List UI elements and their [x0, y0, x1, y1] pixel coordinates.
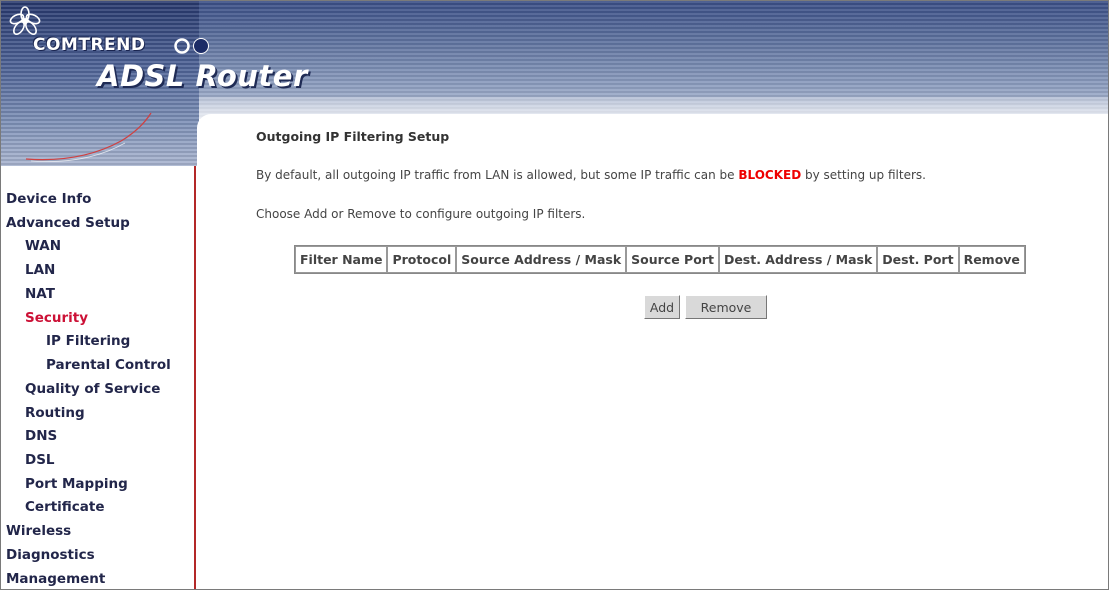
description-text-end: by setting up filters. [801, 168, 926, 182]
flower-logo-icon [9, 6, 41, 35]
sidebar-item-nat[interactable]: NAT [25, 286, 55, 302]
sidebar-item-certificate[interactable]: Certificate [25, 499, 105, 515]
product-name: ADSL Router [97, 59, 308, 93]
sidebar-item-port-mapping[interactable]: Port Mapping [25, 476, 128, 492]
sidebar-item-advanced-setup[interactable]: Advanced Setup [6, 215, 130, 231]
description-instructions: Choose Add or Remove to configure outgoi… [256, 207, 586, 221]
sidebar-item-quality-of-service[interactable]: Quality of Service [25, 381, 160, 397]
column-header-source-address: Source Address / Mask [456, 246, 627, 273]
sidebar-item-dns[interactable]: DNS [25, 428, 57, 444]
sidebar-item-device-info[interactable]: Device Info [6, 191, 91, 207]
column-header-dest-port: Dest. Port [877, 246, 959, 273]
sidebar-item-routing[interactable]: Routing [25, 405, 85, 421]
sidebar-item-diagnostics[interactable]: Diagnostics [6, 547, 95, 563]
sidebar-item-wan[interactable]: WAN [25, 238, 61, 254]
sidebar-item-security[interactable]: Security [25, 310, 88, 326]
page-title: Outgoing IP Filtering Setup [256, 129, 450, 144]
sidebar-item-ip-filtering[interactable]: IP Filtering [46, 333, 130, 349]
remove-button[interactable]: Remove [685, 295, 767, 319]
brand-dots-icon [174, 38, 209, 54]
table-header-row: Filter Name Protocol Source Address / Ma… [295, 246, 1025, 273]
sidebar-item-wireless[interactable]: Wireless [6, 523, 71, 539]
sidebar-item-management[interactable]: Management [6, 571, 105, 587]
sidebar-menu: Device Info Advanced Setup WAN LAN NAT S… [1, 166, 196, 589]
content-panel [197, 114, 1108, 589]
add-button[interactable]: Add [644, 295, 680, 319]
column-header-dest-address: Dest. Address / Mask [718, 246, 878, 273]
sidebar-item-dsl[interactable]: DSL [25, 452, 55, 468]
column-header-filter-name: Filter Name [295, 246, 388, 273]
blocked-keyword: BLOCKED [738, 168, 802, 182]
browser-frame: COMTREND ADSL Router Device Info Advance… [0, 0, 1109, 590]
column-header-source-port: Source Port [626, 246, 719, 273]
swoosh-graphic [25, 112, 152, 162]
description-default-policy: By default, all outgoing IP traffic from… [256, 168, 926, 182]
column-header-protocol: Protocol [387, 246, 457, 273]
column-header-remove: Remove [958, 246, 1025, 273]
description-text: By default, all outgoing IP traffic from… [256, 168, 739, 182]
sidebar-item-lan[interactable]: LAN [25, 262, 55, 278]
sidebar-item-parental-control[interactable]: Parental Control [46, 357, 171, 373]
filter-table: Filter Name Protocol Source Address / Ma… [294, 245, 1026, 274]
brand-name: COMTREND [33, 35, 146, 55]
